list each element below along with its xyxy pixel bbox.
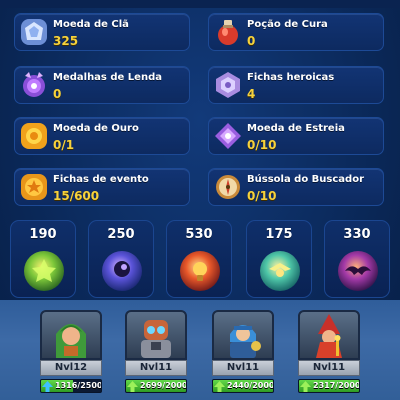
legend-medal-icon [19, 70, 49, 100]
hero-level: Nvl11 [212, 360, 274, 376]
offer-slot-1[interactable]: 190 [10, 220, 76, 298]
resource-card-seeker-compass[interactable]: Bússola do Buscador 0/10 [208, 168, 384, 206]
blue-purple-orb-icon [99, 247, 145, 293]
offer-slot-4[interactable]: 175 [246, 220, 312, 298]
level-up-arrow-icon [214, 381, 225, 392]
resource-card-gold-coin[interactable]: Moeda de Ouro 0/1 [14, 117, 190, 155]
hero-xp-bar: 2317/2000 [298, 379, 360, 393]
level-up-arrow-icon [127, 381, 138, 392]
teal-wing-orb-icon [257, 247, 303, 293]
hero-xp-text: 1316/2500 [55, 381, 102, 390]
resource-name: Medalhas de Lenda [53, 72, 162, 83]
resource-name: Bússola do Buscador [247, 174, 365, 185]
hero-xp-text: 2699/2000 [140, 381, 187, 390]
purple-bat-orb-icon [335, 247, 381, 293]
hero-blue-knight-icon [212, 310, 274, 360]
seeker-compass-icon [213, 172, 243, 202]
offer-cost: 330 [343, 227, 371, 242]
resource-card-debut-coin[interactable]: Moeda de Estreia 0/10 [208, 117, 384, 155]
hero-card-1[interactable]: Nvl12 1316/2500 [40, 310, 102, 400]
resource-value: 325 [53, 34, 79, 48]
resource-name: Fichas de evento [53, 174, 149, 185]
hero-xp-text: 2440/2000 [227, 381, 274, 390]
green-orb-icon [21, 247, 67, 293]
resource-name: Moeda de Clã [53, 19, 129, 30]
hero-xp-bar: 2440/2000 [212, 379, 274, 393]
gold-coin-icon [19, 121, 49, 151]
hero-level: Nvl11 [125, 360, 187, 376]
resource-value: 4 [247, 87, 256, 101]
resource-card-event-tokens[interactable]: Fichas de evento 15/600 [14, 168, 190, 206]
offer-slot-5[interactable]: 330 [324, 220, 390, 298]
resource-name: Moeda de Ouro [53, 123, 139, 134]
hero-level: Nvl12 [40, 360, 102, 376]
offer-cost: 250 [107, 227, 135, 242]
red-orb-icon [177, 247, 223, 293]
event-token-icon [19, 172, 49, 202]
resource-card-hero-tokens[interactable]: Fichas heroicas 4 [208, 66, 384, 104]
resource-name: Poção de Cura [247, 19, 328, 30]
hero-card-3[interactable]: Nvl11 2440/2000 [212, 310, 274, 400]
hero-level: Nvl11 [298, 360, 360, 376]
resource-value: 0/10 [247, 189, 277, 203]
resource-card-clan-coin[interactable]: Moeda de Clã 325 [14, 13, 190, 51]
offer-cost: 190 [29, 227, 57, 242]
resource-name: Fichas heroicas [247, 72, 335, 83]
hero-card-4[interactable]: Nvl11 2317/2000 [298, 310, 360, 400]
hero-robot-icon [125, 310, 187, 360]
offer-cost: 175 [265, 227, 293, 242]
resource-value: 0/10 [247, 138, 277, 152]
resource-value: 0 [247, 34, 256, 48]
offer-slot-3[interactable]: 530 [166, 220, 232, 298]
resource-name: Moeda de Estreia [247, 123, 345, 134]
resource-value: 15/600 [53, 189, 100, 203]
hero-xp-bar: 2699/2000 [125, 379, 187, 393]
clan-coin-icon [19, 17, 49, 47]
hero-token-icon [213, 70, 243, 100]
hero-xp-bar: 1316/2500 [40, 379, 102, 393]
resource-value: 0/1 [53, 138, 75, 152]
level-up-arrow-icon [300, 381, 311, 392]
level-up-arrow-icon [42, 381, 53, 392]
hero-xp-text: 2317/2000 [313, 381, 360, 390]
offer-slot-2[interactable]: 250 [88, 220, 154, 298]
resource-card-legend-medals[interactable]: Medalhas de Lenda 0 [14, 66, 190, 104]
offer-cost: 530 [185, 227, 213, 242]
healing-potion-icon [213, 17, 243, 47]
resource-card-healing-potion[interactable]: Poção de Cura 0 [208, 13, 384, 51]
top-strip [0, 0, 400, 8]
hero-card-2[interactable]: Nvl11 2699/2000 [125, 310, 187, 400]
hero-red-witch-icon [298, 310, 360, 360]
hero-green-hood-icon [40, 310, 102, 360]
debut-coin-icon [213, 121, 243, 151]
resource-value: 0 [53, 87, 62, 101]
